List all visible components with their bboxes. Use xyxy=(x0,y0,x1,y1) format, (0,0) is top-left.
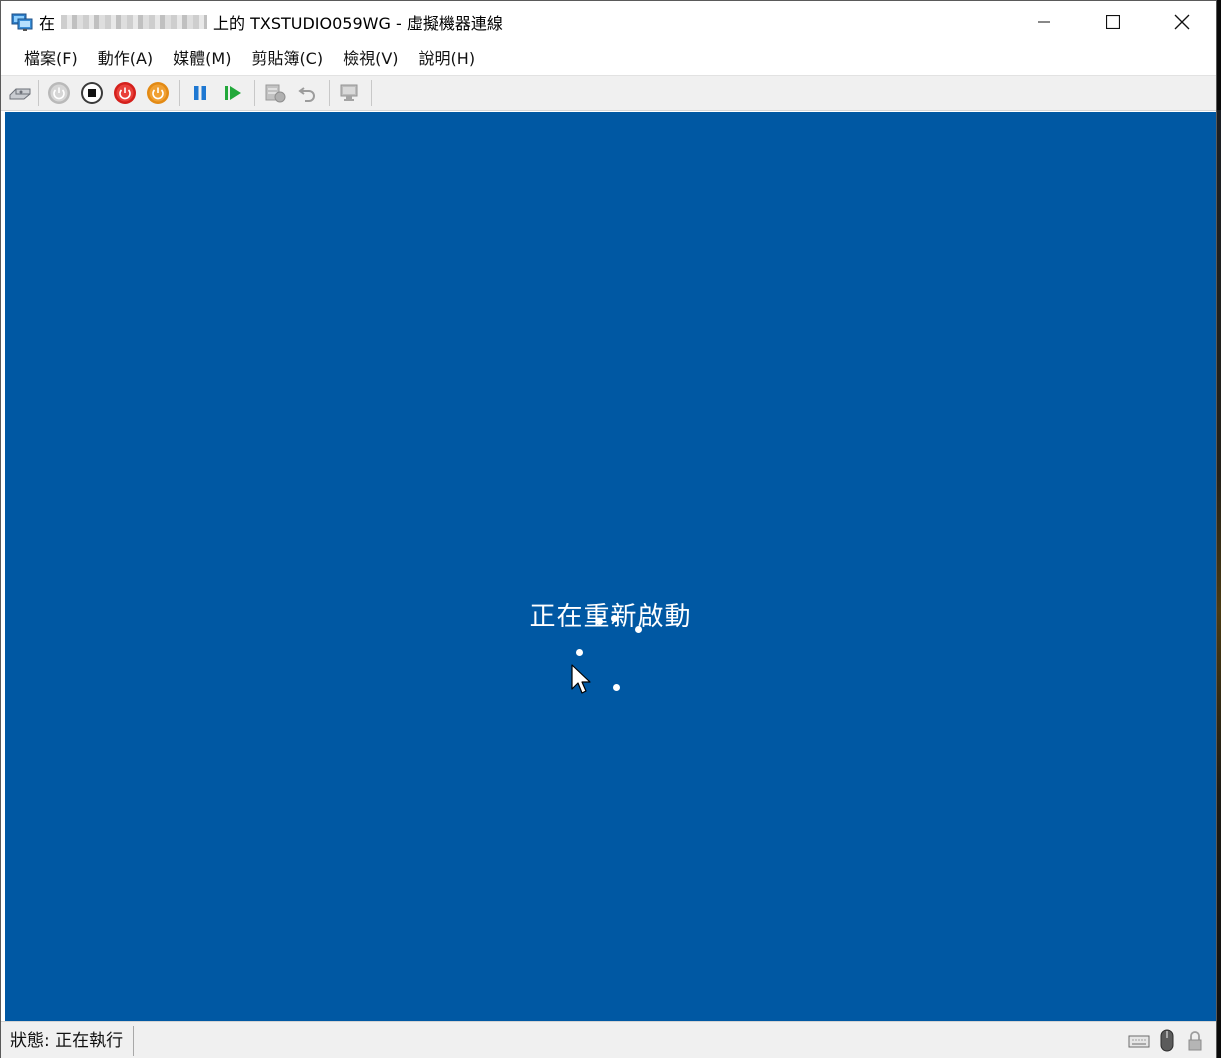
maximize-icon xyxy=(1105,15,1120,29)
mouse-icon xyxy=(1156,1029,1178,1053)
pause-button[interactable] xyxy=(185,78,215,108)
window-title: 在 上的 TXSTUDIO059WG - 虛擬機器連線 xyxy=(39,10,503,34)
resume-button[interactable] xyxy=(218,78,248,108)
enhanced-session-icon xyxy=(340,84,358,101)
lock-icon xyxy=(1184,1029,1206,1053)
redacted-host-name xyxy=(61,15,208,29)
turn-off-button[interactable] xyxy=(77,78,107,108)
vm-connection-window: 在 上的 TXSTUDIO059WG - 虛擬機器連線 檔案(F) 動作(A) … xyxy=(0,0,1217,1058)
spinner-dot xyxy=(613,684,620,691)
menu-file[interactable]: 檔案(F) xyxy=(14,43,88,75)
status-icons xyxy=(1128,1026,1206,1056)
pause-icon xyxy=(194,86,206,100)
enhanced-session-button[interactable] xyxy=(335,78,365,108)
shutdown-icon xyxy=(114,82,136,104)
vm-connection-app-icon xyxy=(11,11,33,33)
title-suffix: 上的 TXSTUDIO059WG - 虛擬機器連線 xyxy=(213,14,503,33)
keyboard-icon xyxy=(1128,1029,1150,1053)
toolbar-separator xyxy=(38,80,39,106)
checkpoint-icon xyxy=(265,84,286,103)
menu-view[interactable]: 檢視(V) xyxy=(333,43,408,75)
toolbar xyxy=(1,75,1216,111)
toolbar-separator xyxy=(254,80,255,106)
toolbar-separator xyxy=(329,80,330,106)
minimize-icon xyxy=(1037,21,1050,23)
window-controls xyxy=(1009,1,1216,43)
title-prefix: 在 xyxy=(39,14,56,33)
menu-clipboard[interactable]: 剪貼簿(C) xyxy=(241,43,333,75)
minimize-button[interactable] xyxy=(1009,1,1078,43)
menu-help[interactable]: 說明(H) xyxy=(409,43,486,75)
save-icon xyxy=(147,82,169,104)
title-bar[interactable]: 在 上的 TXSTUDIO059WG - 虛擬機器連線 xyxy=(1,1,1216,43)
menu-media[interactable]: 媒體(M) xyxy=(163,43,241,75)
status-bar: 狀態: 正在執行 xyxy=(1,1021,1216,1058)
vm-status-text: 狀態: 正在執行 xyxy=(1,1025,135,1056)
spinner-dot xyxy=(576,649,583,656)
resume-icon xyxy=(225,86,241,100)
revert-icon xyxy=(298,87,315,102)
maximize-button[interactable] xyxy=(1078,1,1147,43)
toolbar-separator xyxy=(179,80,180,106)
menu-action[interactable]: 動作(A) xyxy=(88,43,163,75)
start-icon xyxy=(48,82,70,104)
ctrl-alt-del-button[interactable] xyxy=(7,78,33,108)
shutdown-button[interactable] xyxy=(110,78,140,108)
mouse-pointer-icon xyxy=(571,664,591,694)
checkpoint-button[interactable] xyxy=(260,78,290,108)
toolbar-separator xyxy=(371,80,372,106)
ctrl-alt-del-icon xyxy=(9,88,31,100)
vm-display[interactable]: 正在重新啟動 xyxy=(5,112,1216,1021)
menu-bar: 檔案(F) 動作(A) 媒體(M) 剪貼簿(C) 檢視(V) 說明(H) xyxy=(1,43,1216,75)
close-icon xyxy=(1174,14,1189,30)
revert-button[interactable] xyxy=(293,78,323,108)
save-button[interactable] xyxy=(143,78,173,108)
turn-off-icon xyxy=(81,82,103,104)
close-button[interactable] xyxy=(1147,1,1216,43)
restarting-message: 正在重新啟動 xyxy=(529,602,692,632)
start-button[interactable] xyxy=(44,78,74,108)
